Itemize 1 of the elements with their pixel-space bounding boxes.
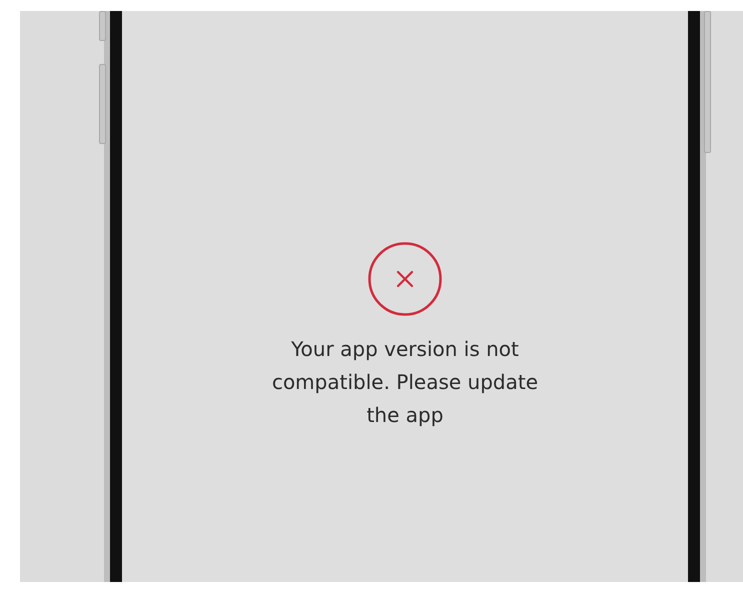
error-message: Your app version is not compatible. Please update the app — [270, 336, 540, 429]
